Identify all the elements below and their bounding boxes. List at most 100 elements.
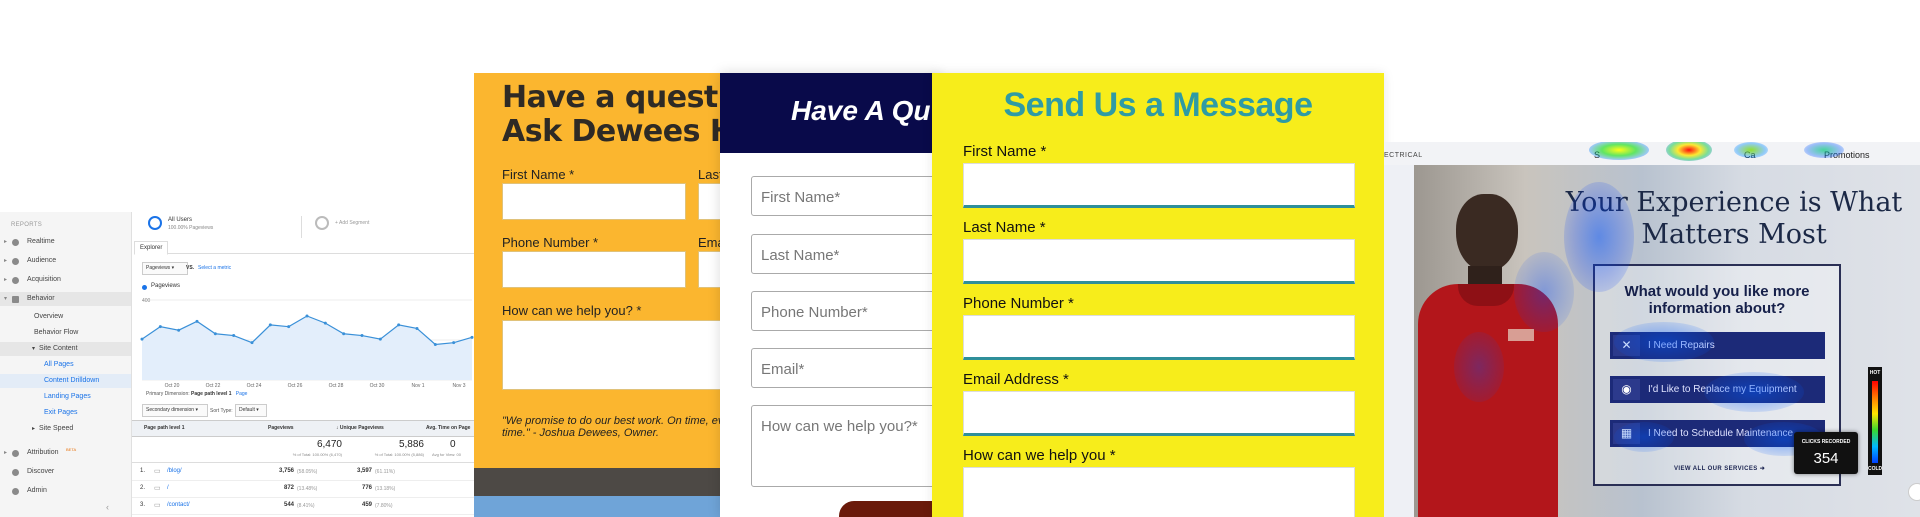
nav-discover[interactable]: Discover — [0, 465, 131, 479]
data-point[interactable] — [213, 332, 217, 336]
data-point[interactable] — [415, 326, 419, 330]
data-point[interactable] — [232, 334, 236, 338]
clicks-recorded-badge: CLICKS RECORDED 354 — [1794, 432, 1858, 474]
help-textarea[interactable] — [963, 467, 1355, 517]
nav-item-promotions[interactable]: Promotions — [1824, 150, 1870, 160]
email-address-input[interactable] — [963, 391, 1355, 436]
dewees-help-textarea[interactable] — [502, 320, 736, 390]
scroll-handle[interactable] — [1908, 483, 1920, 501]
nav-realtime[interactable]: ▸ Realtime — [0, 235, 131, 249]
option-replace-equipment[interactable]: ◉ I'd Like to Replace my Equipment — [1610, 376, 1825, 403]
send-message-title: Send Us a Message — [1003, 86, 1313, 124]
col-header-avg-time[interactable]: Avg. Time on Page — [426, 425, 470, 431]
pageviews-line-chart: 400200Oct 20Oct 22Oct 24Oct 26Oct 28Oct … — [140, 298, 474, 389]
data-point[interactable] — [397, 323, 401, 327]
tab-explorer[interactable]: Explorer — [134, 241, 169, 255]
scale-gradient — [1872, 381, 1878, 463]
table-row[interactable]: 1. ▭ /blog/ 3,756 (58.05%) 3,597 (61.11%… — [132, 463, 476, 481]
help-label: How can we help you * — [963, 447, 1116, 464]
nav-item-careers[interactable]: Ca — [1744, 150, 1756, 160]
nav-item-services[interactable]: S — [1594, 150, 1600, 160]
navy-last-name-input[interactable]: Last Name* — [751, 234, 940, 274]
first-name-label: First Name * — [963, 143, 1047, 160]
acquisition-icon — [12, 277, 19, 284]
data-point[interactable] — [433, 342, 437, 346]
phone-number-input[interactable] — [963, 315, 1355, 360]
nav-audience[interactable]: ▸ Audience — [0, 254, 131, 268]
navy-form-header: Have A Qu — [720, 73, 940, 153]
data-point[interactable] — [378, 337, 382, 341]
navy-phone-input[interactable]: Phone Number* — [751, 291, 940, 331]
table-header: Page path level 1 Pageviews ↓ Unique Pag… — [132, 420, 476, 437]
page-dimension-link[interactable]: Page — [236, 391, 248, 397]
col-header-unique[interactable]: ↓ Unique Pageviews — [336, 425, 384, 431]
data-point[interactable] — [360, 334, 364, 338]
select-metric-link[interactable]: Select a metric — [198, 265, 231, 271]
option-schedule-maintenance[interactable]: ▦ I Need to Schedule Maintenance — [1610, 420, 1825, 447]
metric-select[interactable]: Pageviews ▾ — [142, 262, 188, 275]
nav-overview[interactable]: Overview — [0, 310, 131, 324]
data-point[interactable] — [305, 314, 309, 318]
navy-first-name-input[interactable]: First Name* — [751, 176, 940, 216]
data-point[interactable] — [452, 341, 456, 345]
navy-help-textarea[interactable]: How can we help you?* — [751, 405, 940, 487]
reports-header: REPORTS — [11, 222, 42, 228]
table-row[interactable]: 3. ▭ /contact/ 544 (8.41%) 459 (7.80%) — [132, 497, 476, 515]
nav-behavior[interactable]: ▾ Behavior — [0, 292, 131, 306]
site-brand: ECTRICAL — [1384, 152, 1423, 159]
nav-landing-pages[interactable]: Landing Pages — [0, 390, 131, 404]
nav-attribution[interactable]: ▸ Attribution BETA — [0, 446, 131, 460]
nav-site-speed[interactable]: ▸ Site Speed — [0, 422, 131, 436]
nav-site-content[interactable]: ▾ Site Content — [0, 342, 131, 356]
send-message-form: Send Us a Message First Name * Last Name… — [932, 73, 1384, 517]
nav-acquisition[interactable]: ▸ Acquisition — [0, 273, 131, 287]
data-point[interactable] — [342, 332, 346, 336]
collapse-sidebar-icon[interactable]: ‹ — [106, 502, 109, 512]
view-all-services-link[interactable]: VIEW ALL OUR SERVICES ➜ — [1674, 465, 1765, 472]
x-tick-label: Oct 24 — [247, 383, 262, 389]
nav-behavior-flow[interactable]: Behavior Flow — [0, 326, 131, 340]
clock-icon — [12, 239, 19, 246]
dewees-first-name-input[interactable] — [502, 183, 686, 220]
dewees-phone-label: Phone Number * — [502, 235, 599, 250]
clicks-label: CLICKS RECORDED — [1801, 439, 1851, 445]
secondary-dimension-select[interactable]: Secondary dimension ▾ — [142, 404, 208, 417]
data-point[interactable] — [250, 341, 254, 345]
data-point[interactable] — [268, 323, 272, 327]
clicks-value: 354 — [1813, 450, 1839, 467]
data-point[interactable] — [158, 325, 162, 329]
nav-all-pages[interactable]: All Pages — [0, 358, 131, 372]
row-path-link[interactable]: /contact/ — [167, 502, 190, 508]
folder-icon: ▭ — [154, 468, 161, 475]
col-header-pageviews[interactable]: Pageviews — [268, 425, 294, 431]
lightbulb-icon — [12, 469, 19, 476]
data-point[interactable] — [177, 328, 181, 332]
site-nav: ECTRICAL S Ca Promotions — [1384, 142, 1920, 165]
nav-content-drilldown[interactable]: Content Drilldown — [0, 374, 131, 388]
y-tick-label: 400 — [142, 298, 151, 304]
data-point[interactable] — [195, 319, 199, 323]
dewees-phone-input[interactable] — [502, 251, 686, 288]
navy-submit-button[interactable] — [839, 501, 940, 517]
navy-email-input[interactable]: Email* — [751, 348, 940, 388]
data-point[interactable] — [287, 325, 291, 329]
x-tick-label: Oct 22 — [206, 383, 221, 389]
data-point[interactable] — [323, 321, 327, 325]
option-repairs[interactable]: ✕ I Need Repairs — [1610, 332, 1825, 359]
row-path-link[interactable]: / — [167, 485, 169, 491]
nav-admin[interactable]: Admin — [0, 484, 131, 498]
row-path-link[interactable]: /blog/ — [167, 468, 182, 474]
segment-all-users[interactable]: All Users 100.00% Pageviews — [148, 216, 213, 231]
last-name-input[interactable] — [963, 239, 1355, 284]
series-area — [142, 316, 472, 380]
table-row[interactable]: 2. ▭ / 872 (13.48%) 776 (13.18%) — [132, 480, 476, 498]
nav-exit-pages[interactable]: Exit Pages — [0, 406, 131, 420]
x-tick-label: Oct 28 — [329, 383, 344, 389]
first-name-input[interactable] — [963, 163, 1355, 208]
add-segment-button[interactable]: + Add Segment — [315, 216, 369, 230]
data-point[interactable] — [140, 337, 144, 341]
sort-type-select[interactable]: Default ▾ — [235, 404, 267, 417]
col-header-path[interactable]: Page path level 1 — [144, 425, 185, 431]
analytics-report-panel: REPORTS ▸ Realtime ▸ Audience ▸ Acquisition… — [0, 212, 476, 517]
email-address-label: Email Address * — [963, 371, 1069, 388]
